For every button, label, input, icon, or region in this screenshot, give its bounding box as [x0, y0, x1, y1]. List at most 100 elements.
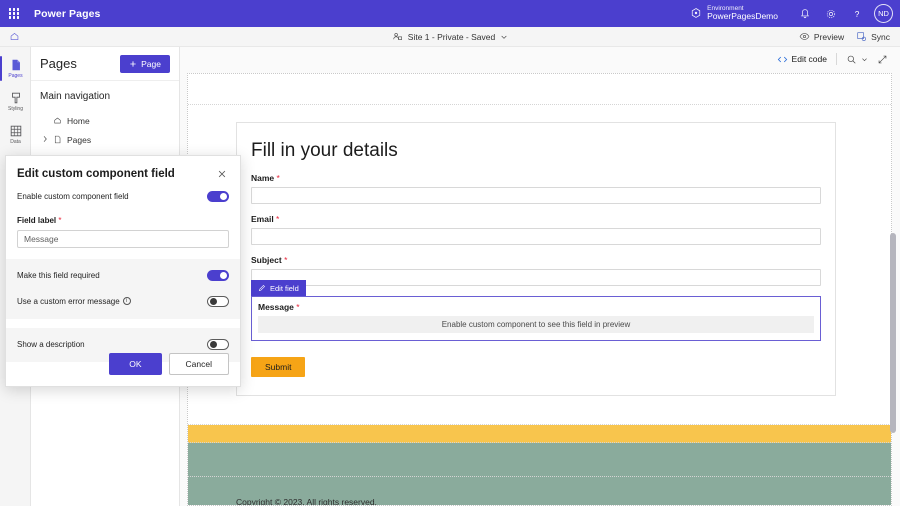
edit-custom-component-field-dialog: Edit custom component field Enable custo… [5, 155, 241, 387]
field-label-title-text: Field label [17, 216, 57, 225]
home-icon[interactable] [0, 27, 28, 47]
ok-button[interactable]: OK [109, 353, 162, 375]
rail-item-styling[interactable]: Styling [0, 85, 31, 118]
dialog-footer: OK Cancel [109, 353, 229, 375]
add-page-button[interactable]: Page [120, 54, 170, 73]
edit-field-label: Edit field [270, 283, 299, 293]
preview-button[interactable]: Preview [799, 31, 844, 42]
environment-selector[interactable]: Environment PowerPagesDemo [690, 5, 778, 22]
app-title: Power Pages [34, 7, 101, 20]
canvas-footer-section[interactable]: Copyright © 2023. All rights reserved. [188, 477, 891, 506]
app-launcher-icon[interactable] [0, 0, 28, 27]
settings-gear-icon[interactable] [818, 0, 844, 27]
main-navigation-title: Main navigation [40, 91, 111, 102]
email-label-text: Email [251, 214, 274, 224]
info-icon[interactable]: i [122, 297, 131, 305]
home-small-icon [52, 116, 62, 125]
canvas-yellow-band-section[interactable] [188, 425, 891, 443]
show-description-toggle[interactable] [207, 338, 229, 350]
close-icon[interactable] [215, 168, 229, 183]
site-status-text: Site 1 - Private - Saved [407, 31, 496, 42]
form-field-subject-label: Subject * [251, 255, 821, 265]
chevron-right-icon[interactable] [42, 135, 50, 145]
make-field-required-row: Make this field required [17, 262, 229, 288]
field-label-input[interactable] [17, 230, 229, 248]
make-field-required-label: Make this field required [17, 270, 100, 280]
edit-code-label: Edit code [791, 54, 827, 64]
canvas-form-section[interactable]: Fill in your details Name * Email * Subj… [188, 105, 891, 425]
enable-custom-component-row: Enable custom component field [17, 183, 229, 209]
environment-text: Environment PowerPagesDemo [707, 5, 778, 22]
chevron-down-icon [862, 57, 867, 61]
toggle-knob [210, 297, 217, 305]
custom-error-message-text: Use a custom error message [17, 296, 120, 306]
page-preview-canvas[interactable]: Fill in your details Name * Email * Subj… [187, 73, 892, 506]
custom-component-placeholder: Enable custom component to see this fiel… [258, 316, 814, 333]
form-field-message[interactable]: Edit field Message * Enable custom compo… [251, 280, 821, 341]
sync-icon [857, 32, 867, 42]
toggle-knob [220, 192, 227, 200]
page-small-icon [52, 135, 62, 144]
site-status-selector[interactable]: Site 1 - Private - Saved [335, 31, 565, 42]
form-field-email[interactable]: Email * [251, 214, 821, 245]
environment-name: PowerPagesDemo [707, 11, 778, 22]
subject-input[interactable] [251, 269, 821, 286]
cancel-button[interactable]: Cancel [168, 353, 229, 375]
add-page-label: Page [141, 58, 161, 69]
rail-label-pages: Pages [8, 73, 23, 79]
dialog-body: Enable custom component field Field labe… [6, 183, 240, 248]
sync-button[interactable]: Sync [856, 31, 890, 42]
site-bar: Site 1 - Private - Saved Preview Sync [0, 27, 900, 47]
nav-item-home[interactable]: Home [40, 111, 170, 130]
field-label-group: Field label * [17, 216, 229, 248]
edit-code-button[interactable]: Edit code [777, 54, 827, 65]
make-field-required-toggle[interactable] [207, 269, 229, 281]
zoom-icon [847, 55, 856, 64]
dialog-title: Edit custom component field [17, 168, 175, 180]
custom-error-message-toggle[interactable] [207, 295, 229, 307]
form-field-name-label: Name * [251, 173, 821, 183]
avatar[interactable]: ND [874, 4, 893, 23]
form-field-subject[interactable]: Subject * [251, 255, 821, 286]
name-input[interactable] [251, 187, 821, 204]
zoom-control[interactable] [846, 54, 868, 65]
rail-item-pages[interactable]: Pages [0, 52, 31, 85]
chevron-down-icon [501, 35, 507, 39]
enable-custom-component-toggle[interactable] [207, 190, 229, 202]
preview-label: Preview [813, 31, 845, 42]
required-asterisk: * [274, 173, 280, 183]
enable-custom-component-label: Enable custom component field [17, 191, 129, 201]
field-label-title: Field label * [17, 216, 229, 225]
required-asterisk: * [56, 216, 62, 225]
field-validation-group: Make this field required Use a custom er… [6, 259, 240, 319]
footer-copyright: Copyright © 2023. All rights reserved. [236, 497, 377, 506]
form-card[interactable]: Fill in your details Name * Email * Subj… [236, 122, 836, 396]
rail-label-data: Data [10, 139, 21, 145]
rail-label-styling: Styling [7, 106, 23, 112]
nav-item-home-label: Home [67, 115, 90, 126]
canvas-scrollbar-track[interactable] [890, 73, 898, 506]
site-bar-actions: Preview Sync [799, 31, 900, 42]
name-label-text: Name [251, 173, 275, 183]
help-icon[interactable]: ? [844, 0, 870, 27]
sync-label: Sync [871, 31, 890, 42]
submit-button[interactable]: Submit [251, 357, 306, 377]
nav-item-pages[interactable]: Pages [40, 130, 170, 149]
app-bar: Power Pages Environment PowerPagesDemo ?… [0, 0, 900, 27]
expand-button[interactable] [877, 54, 888, 65]
canvas-header-section[interactable] [188, 74, 891, 105]
required-asterisk: * [293, 302, 300, 312]
rail-item-data[interactable]: Data [0, 118, 31, 151]
form-field-name[interactable]: Name * [251, 173, 821, 204]
edit-field-button[interactable]: Edit field [251, 280, 306, 296]
form-field-email-label: Email * [251, 214, 821, 224]
environment-label: Environment [707, 4, 744, 12]
main-navigation-section: Main navigation Home Pages [31, 81, 179, 149]
canvas-scrollbar-thumb[interactable] [890, 233, 896, 433]
message-label-text: Message [258, 302, 294, 312]
canvas-green-band-section[interactable] [188, 443, 891, 477]
required-asterisk: * [281, 255, 288, 265]
notifications-icon[interactable] [792, 0, 818, 27]
email-input[interactable] [251, 228, 821, 245]
app-bar-right: Environment PowerPagesDemo ? ND [690, 0, 900, 27]
